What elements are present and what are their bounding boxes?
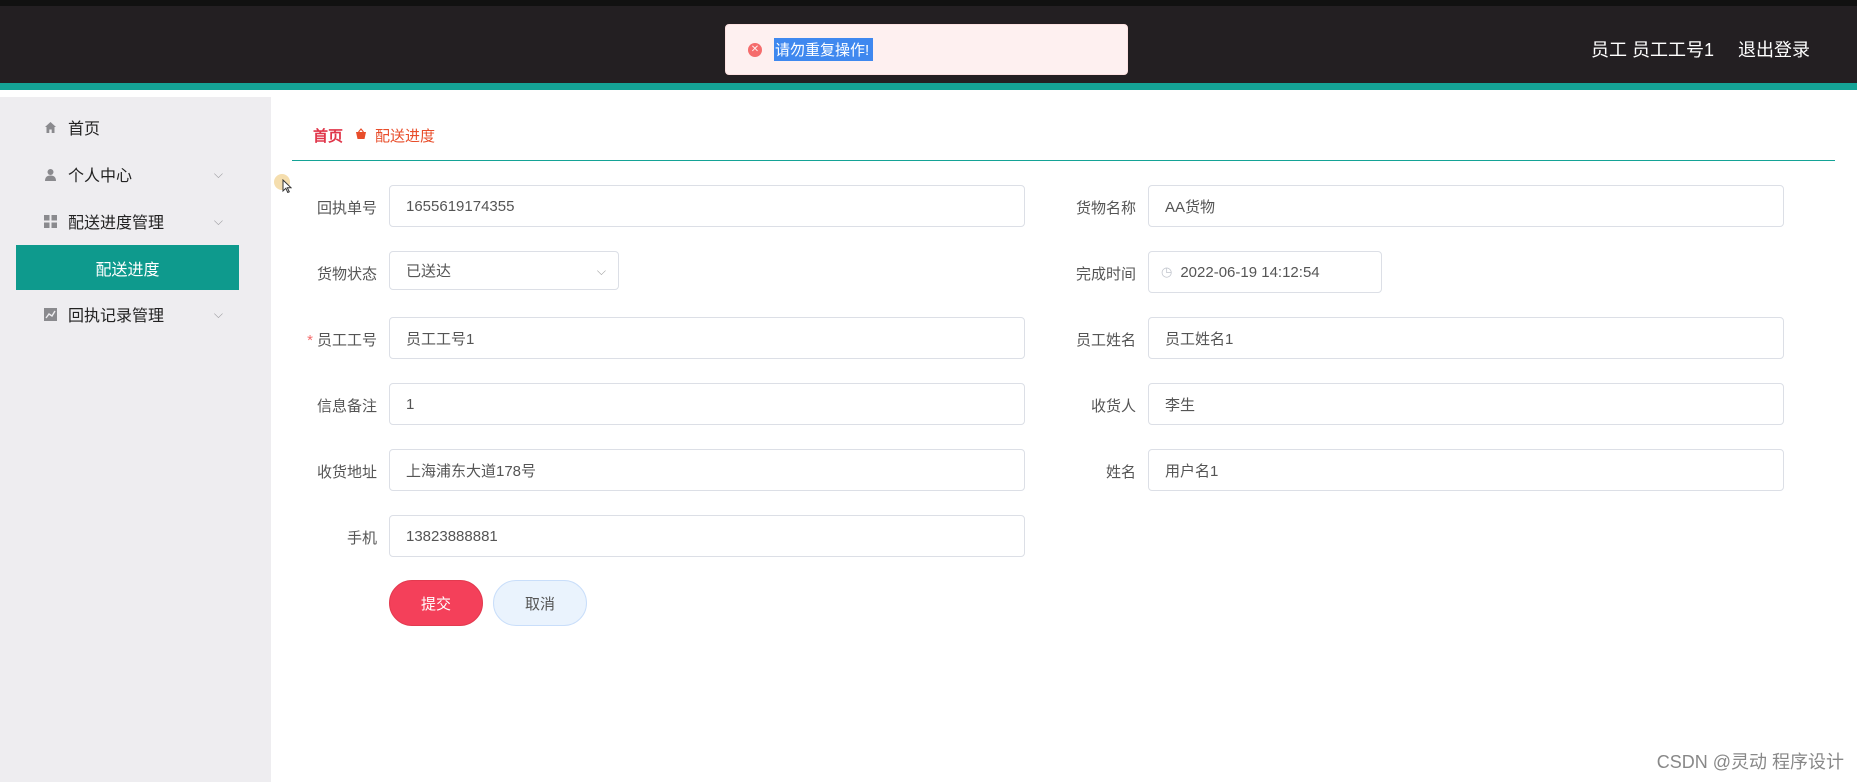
employee-no-label-text: 员工工号 [316, 332, 377, 349]
grid-icon [43, 214, 57, 228]
sidebar-item-delivery-mgmt[interactable]: 配送进度管理 ⌵ [0, 201, 271, 241]
top-strip [0, 0, 1857, 6]
breadcrumb-home[interactable]: 首页 [313, 125, 343, 146]
sidebar-item-label: 回执记录管理 [68, 308, 165, 325]
sidebar-item-label: 配送进度管理 [68, 215, 165, 232]
goods-status-value: 已送达 [406, 263, 452, 280]
sidebar-item-label: 个人中心 [68, 168, 133, 185]
sidebar-item-receipt-mgmt[interactable]: 回执记录管理 ⌵ [0, 294, 271, 334]
chevron-down-icon: ⌵ [213, 213, 223, 228]
goods-name-label: 货物名称 [1075, 200, 1136, 217]
phone-field[interactable]: 13823888881 [389, 515, 1025, 557]
current-user-label: 员工 员工工号1 [1590, 40, 1714, 60]
error-circle-icon[interactable]: ✕ [748, 42, 762, 57]
receiver-field[interactable]: 李生 [1148, 383, 1784, 425]
submit-button[interactable]: 提交 [389, 580, 483, 626]
chevron-down-icon: ⌵ [213, 166, 223, 181]
logout-link[interactable]: 退出登录 [1738, 36, 1810, 62]
employee-no-label: * 员工工号 [287, 329, 377, 350]
mouse-pointer-icon [282, 178, 293, 196]
employee-name-label: 员工姓名 [1075, 332, 1136, 349]
breadcrumb-divider [292, 160, 1835, 161]
sidebar: 首页 个人中心 ⌵ 配送进度管理 ⌵ 配送进度 回执记录管理 ⌵ [0, 97, 271, 782]
receipt-no-field[interactable]: 1655619174355 [389, 185, 1025, 227]
breadcrumb: 首页 配送进度 [313, 125, 435, 146]
chart-icon [43, 307, 57, 321]
receiver-label: 收货人 [1090, 398, 1136, 415]
home-icon [43, 120, 57, 134]
finish-time-picker[interactable]: ◷ 2022-06-19 14:12:54 [1148, 251, 1382, 293]
clock-icon: ◷ [1161, 264, 1173, 279]
header-accent-bar [0, 83, 1857, 90]
chevron-down-icon: ⌵ [213, 306, 223, 321]
cancel-button[interactable]: 取消 [493, 580, 587, 626]
sidebar-item-delivery-progress[interactable]: 配送进度 [16, 245, 239, 290]
required-mark: * [307, 332, 313, 349]
chevron-down-icon: ⌵ [596, 264, 606, 278]
goods-status-label: 货物状态 [316, 266, 377, 283]
user-icon [43, 167, 57, 181]
finish-time-value: 2022-06-19 14:12:54 [1180, 263, 1320, 281]
sidebar-item-home[interactable]: 首页 [0, 107, 271, 147]
name-field[interactable]: 用户名1 [1148, 449, 1784, 491]
address-label: 收货地址 [316, 464, 377, 481]
goods-name-field[interactable]: AA货物 [1148, 185, 1784, 227]
receipt-no-label: 回执单号 [316, 200, 377, 217]
error-toast: ✕ 请勿重复操作! [725, 24, 1128, 75]
employee-no-field[interactable]: 员工工号1 [389, 317, 1025, 359]
employee-name-field[interactable]: 员工姓名1 [1148, 317, 1784, 359]
sidebar-item-label: 首页 [68, 121, 101, 138]
sidebar-item-profile[interactable]: 个人中心 ⌵ [0, 154, 271, 194]
goods-status-select[interactable]: 已送达 ⌵ [389, 251, 619, 290]
toast-message: 请勿重复操作! [774, 38, 874, 61]
finish-time-label: 完成时间 [1075, 266, 1136, 283]
breadcrumb-current: 配送进度 [375, 128, 436, 145]
phone-label: 手机 [346, 530, 377, 547]
remark-field[interactable]: 1 [389, 383, 1025, 425]
watermark: CSDN @灵动 程序设计 [1656, 752, 1844, 772]
address-field[interactable]: 上海浦东大道178号 [389, 449, 1025, 491]
remark-label: 信息备注 [316, 398, 377, 415]
basket-icon [355, 128, 367, 143]
name-label: 姓名 [1105, 464, 1136, 481]
